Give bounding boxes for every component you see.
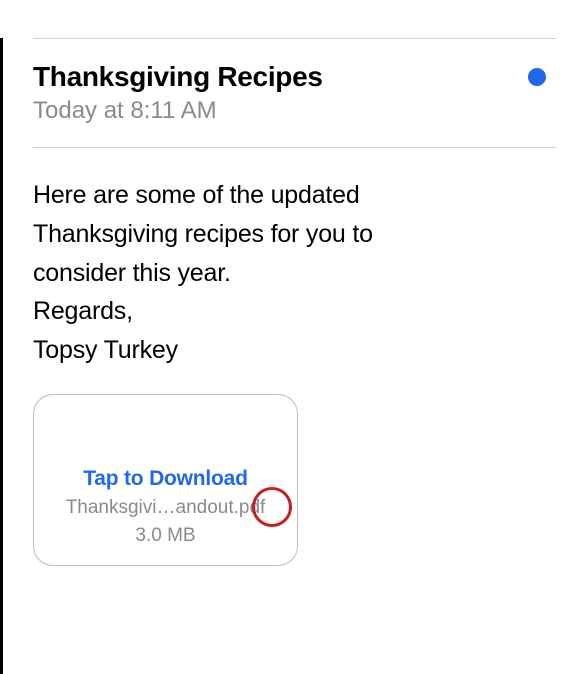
download-button[interactable]: Tap to Download [83, 467, 248, 491]
body-text-line: Here are some of the updated [33, 176, 556, 215]
attachment-size: 3.0 MB [135, 525, 195, 547]
body-text-line: Thanksgiving recipes for you to [33, 215, 556, 254]
body-text-line: consider this year. [33, 254, 556, 293]
email-view: Thanksgiving Recipes Today at 8:11 AM He… [0, 38, 586, 674]
email-timestamp: Today at 8:11 AM [33, 97, 556, 125]
attachment-card[interactable]: Tap to Download Thanksgivi…andout.pdf 3.… [33, 394, 298, 566]
body-text-line: Topsy Turkey [33, 331, 556, 370]
attachment-filename: Thanksgivi…andout.pdf [66, 497, 266, 519]
unread-indicator-icon [528, 68, 546, 86]
email-header: Thanksgiving Recipes [33, 39, 556, 93]
body-text-line: Regards, [33, 292, 556, 331]
email-subject: Thanksgiving Recipes [33, 61, 323, 93]
email-body: Here are some of the updated Thanksgivin… [33, 148, 556, 370]
